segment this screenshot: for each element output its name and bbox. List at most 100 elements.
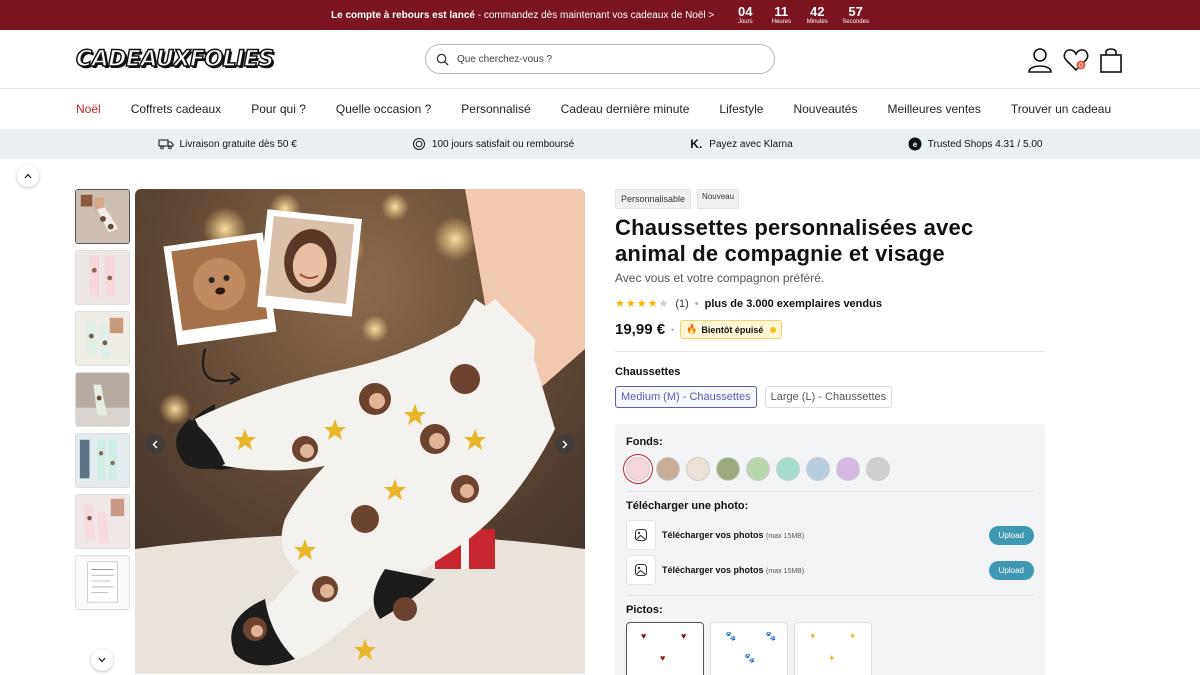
stock-dot-icon [770, 326, 777, 333]
promo-bar[interactable]: Le compte à rebours est lancé - commande… [0, 0, 1200, 30]
chevron-right-icon [562, 440, 568, 448]
promo-text: - commandez dès maintenant vos cadeaux d… [474, 9, 715, 21]
product-rating[interactable]: ★★★★★ (1) • plus de 3.000 exemplaires ve… [615, 297, 1045, 311]
background-swatch-pink[interactable] [626, 457, 650, 481]
review-count[interactable]: (1) [675, 298, 688, 310]
thumbnails-down-button[interactable] [91, 649, 113, 671]
search-input[interactable] [457, 53, 774, 65]
picto-paws-option[interactable]: 🐾 🐾 🐾 [710, 622, 788, 675]
sold-count: plus de 3.000 exemplaires vendus [704, 297, 882, 310]
paw-icon: 🐾 [765, 631, 777, 641]
upload-text: Télécharger vos photos (max 15MB) [662, 565, 989, 575]
background-swatches [626, 457, 1034, 481]
thumbnail-image[interactable] [75, 189, 130, 244]
thumbnail-socks-image [76, 495, 129, 548]
search-bar[interactable] [425, 44, 775, 74]
thumbnail-image[interactable] [75, 250, 130, 305]
upload-title: Télécharger vos photos [662, 530, 764, 540]
nav-item-lifestyle[interactable]: Lifestyle [719, 102, 763, 116]
usp-text: Payez avec Klarna [709, 138, 793, 150]
chevron-left-icon [152, 440, 158, 448]
upload-title: Télécharger vos photos [662, 565, 764, 575]
image-prev-button[interactable] [145, 434, 165, 454]
countdown-value: 42 [810, 3, 825, 19]
sparkle-icon: ✦ [828, 653, 836, 663]
background-swatch-aqua[interactable] [776, 457, 800, 481]
variant-medium-option[interactable]: Medium (M) - Chaussettes [615, 386, 757, 408]
svg-text:e: e [913, 140, 918, 149]
paw-icon: 🐾 [744, 653, 756, 663]
thumbnail-image[interactable] [75, 555, 130, 610]
countdown-label: Heures [771, 18, 791, 25]
product-page: Personnalisable Nouveau Chaussettes pers… [0, 159, 1200, 675]
chevron-down-icon [98, 657, 106, 663]
upload-button[interactable]: Upload [988, 560, 1034, 580]
cart-bag-icon[interactable] [1098, 46, 1124, 74]
product-price: 19,99 € [615, 321, 666, 338]
stock-badge-text: Bientôt épuisé [701, 324, 764, 335]
image-next-button[interactable] [555, 434, 575, 454]
klarna-icon: K. [690, 137, 703, 151]
nav-item-trouver-cadeau[interactable]: Trouver un cadeau [1011, 102, 1111, 116]
fire-icon: 🔥 [686, 324, 698, 334]
thumbnail-socks-image [76, 190, 129, 243]
usp-trusted-shops[interactable]: e Trusted Shops 4.31 / 5.00 [908, 137, 1043, 151]
background-swatch-cream[interactable] [686, 457, 710, 481]
thumbnail-socks-image [76, 251, 129, 304]
nav-item-noel[interactable]: Noël [76, 102, 101, 116]
nav-item-nouveautes[interactable]: Nouveautés [793, 102, 857, 116]
product-info: Personnalisable Nouveau Chaussettes pers… [615, 189, 1045, 675]
countdown: 04 Jours 11 Heures 42 Minutes 57 Seconde… [734, 5, 869, 26]
nav-item-meilleures-ventes[interactable]: Meilleures ventes [887, 102, 980, 116]
product-thumbnails [75, 189, 130, 616]
promo-bold-text: Le compte à rebours est lancé [331, 9, 475, 21]
countdown-label: Jours [737, 18, 753, 25]
variant-large-option[interactable]: Large (L) - Chaussettes [764, 386, 893, 408]
background-swatch-olive[interactable] [716, 457, 740, 481]
variant-label: Chaussettes [615, 366, 681, 378]
nav-item-occasion[interactable]: Quelle occasion ? [336, 102, 431, 116]
account-icon[interactable] [1026, 46, 1054, 74]
background-swatch-taupe[interactable] [656, 457, 680, 481]
nav-item-pour-qui[interactable]: Pour qui ? [251, 102, 306, 116]
countdown-minutes: 42 Minutes [806, 5, 828, 26]
picto-hearts-option[interactable]: ♥ ♥ ♥ [626, 622, 704, 675]
wishlist-heart-icon[interactable]: 0 [1062, 46, 1090, 74]
search-icon [436, 53, 449, 66]
product-main-image[interactable] [135, 189, 585, 674]
picto-sparkles-option[interactable]: ✦ ✦ ✦ [794, 622, 872, 675]
thumbnail-image[interactable] [75, 433, 130, 488]
nav-item-coffrets[interactable]: Coffrets cadeaux [131, 102, 222, 116]
usp-text: Trusted Shops 4.31 / 5.00 [927, 138, 1043, 150]
upload-button[interactable]: Upload [988, 525, 1034, 545]
countdown-hours: 11 Heures [770, 5, 792, 26]
background-swatch-blue[interactable] [806, 457, 830, 481]
customizer-panel: Fonds: Télécharger une photo: Télécharge… [615, 424, 1045, 675]
tag-personnalisable: Personnalisable [615, 189, 692, 209]
thumbnail-socks-image [76, 373, 129, 426]
thumbnail-socks-image [76, 312, 129, 365]
product-title: Chaussettes personnalisées avec animal d… [615, 215, 974, 266]
countdown-value: 57 [848, 3, 863, 19]
image-upload-icon [626, 520, 656, 550]
thumbnail-image[interactable] [75, 311, 130, 366]
background-swatch-lilac[interactable] [836, 457, 860, 481]
thumbnail-image[interactable] [75, 494, 130, 549]
truck-icon [157, 139, 174, 150]
thumbnail-image[interactable] [75, 372, 130, 427]
countdown-seconds: 57 Secondes [842, 5, 869, 26]
nav-item-personnalise[interactable]: Personnalisé [461, 102, 530, 116]
stock-badge: 🔥 Bientôt épuisé [680, 320, 783, 339]
background-swatch-grey[interactable] [866, 457, 890, 481]
nav-item-derniere-minute[interactable]: Cadeau dernière minute [561, 102, 690, 116]
promo-message[interactable]: Le compte à rebours est lancé - commande… [331, 10, 714, 21]
heart-icon: ♥ [681, 631, 687, 641]
sparkle-icon: ✦ [809, 631, 817, 641]
product-photo [135, 189, 585, 674]
countdown-days: 04 Jours [734, 5, 756, 26]
trusted-shops-icon: e [908, 137, 922, 151]
thumbnails-up-button[interactable] [17, 165, 39, 187]
site-logo[interactable]: CADEAUXFOLIES [75, 46, 275, 73]
upload-note: (max 15MB) [766, 533, 805, 540]
background-swatch-mint[interactable] [746, 457, 770, 481]
